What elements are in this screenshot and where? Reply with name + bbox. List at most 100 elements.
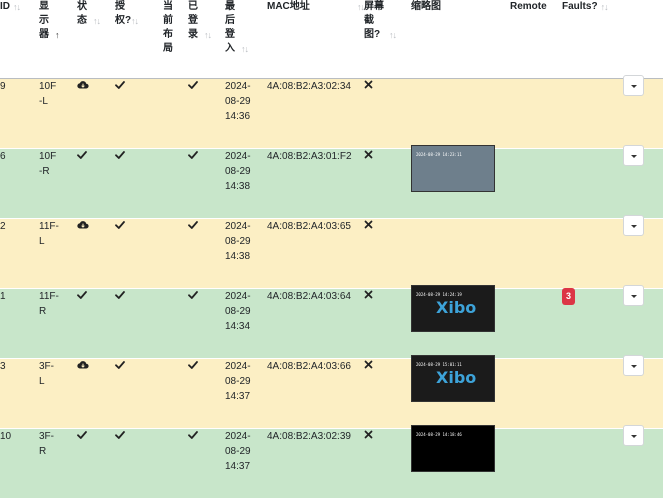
cell-mac-address: 4A:08:B2:A4:03:66 — [267, 360, 351, 372]
check-icon — [188, 430, 199, 441]
col-header-remote-label: Remote — [510, 1, 547, 12]
table-row[interactable]: 6 10F-R 2024-08-29 14:38 4A:08:B2:A3:01:F2 2… — [0, 144, 663, 218]
col-header-display[interactable]: 显示器 ↑ — [39, 0, 77, 79]
close-icon — [364, 220, 375, 231]
display-thumbnail[interactable]: 2024-08-29 14:23:11 — [411, 144, 495, 192]
cell-last-accessed: 2024-08-29 14:37 — [225, 430, 251, 472]
display-thumbnail[interactable]: 2024-08-29 14:18:46 — [411, 424, 495, 472]
displays-table: ID ↑↓ 显示器 ↑ 状态 ↑↓ 授权? ↑↓ 当前布局 已登录 ↑↓ 最后登入 ↑↓ M… — [0, 0, 663, 498]
check-icon — [115, 290, 126, 301]
col-header-last-accessed-label: 最后登入 — [225, 1, 235, 54]
col-header-actions — [623, 0, 663, 79]
col-header-status-label: 状态 — [77, 1, 87, 26]
cell-mac-address: 4A:08:B2:A3:01:F2 — [267, 150, 352, 162]
cloud-download-icon — [77, 80, 89, 91]
check-icon — [188, 80, 199, 91]
cell-id: 1 — [0, 290, 6, 302]
close-icon — [364, 80, 375, 91]
col-header-status[interactable]: 状态 ↑↓ — [77, 0, 115, 79]
faults-badge: 3 — [562, 287, 576, 305]
row-actions-dropdown-button[interactable] — [623, 424, 644, 446]
col-header-logged-in[interactable]: 已登录 ↑↓ — [188, 0, 225, 79]
row-actions-dropdown-button[interactable] — [623, 214, 644, 236]
table-row[interactable]: 3 3F-L 2024-08-29 14:37 4A:08:B2:A4:03:66 20… — [0, 354, 663, 428]
display-thumbnail[interactable]: 2024-08-29 15:01:11 Xibo — [411, 354, 495, 402]
check-icon — [188, 150, 199, 161]
cell-display-name[interactable]: 11F-R — [39, 289, 59, 319]
close-icon — [364, 430, 375, 441]
sort-asc-icon: ↑ — [55, 30, 59, 40]
sort-icon: ↑↓ — [357, 2, 365, 12]
sort-icon: ↑↓ — [131, 16, 139, 26]
col-header-screenshot-label: 屏幕截图? — [364, 1, 384, 40]
check-icon — [115, 150, 126, 161]
check-icon — [188, 220, 199, 231]
sort-icon: ↑↓ — [13, 2, 21, 12]
col-header-display-label: 显示器 — [39, 1, 49, 40]
table-row[interactable]: 9 10F-L 2024-08-29 14:36 4A:08:B2:A3:02:34 — [0, 74, 663, 148]
cell-display-name[interactable]: 11F-L — [39, 219, 59, 249]
col-header-current-layout-label: 当前布局 — [163, 1, 173, 54]
row-actions-dropdown-button[interactable] — [623, 354, 644, 376]
col-header-faults[interactable]: Faults? ↑↓ — [562, 0, 623, 79]
thumbnail-timestamp: 2024-08-29 14:23:11 — [416, 151, 462, 157]
col-header-thumbnail: 缩略图 — [411, 0, 510, 79]
cell-id: 2 — [0, 220, 6, 232]
cell-display-name[interactable]: 3F-R — [39, 429, 59, 459]
col-header-logged-in-label: 已登录 — [188, 1, 198, 40]
table-row[interactable]: 1 11F-R 2024-08-29 14:34 4A:08:B2:A4:03:64 2… — [0, 284, 663, 358]
col-header-mac[interactable]: MAC地址 ↑↓ — [267, 0, 365, 79]
check-icon — [77, 150, 88, 161]
cell-last-accessed: 2024-08-29 14:34 — [225, 290, 251, 332]
check-icon — [115, 80, 126, 91]
cell-id: 6 — [0, 150, 6, 162]
cell-mac-address: 4A:08:B2:A4:03:65 — [267, 220, 351, 232]
check-icon — [115, 360, 126, 371]
col-header-faults-label: Faults? — [562, 1, 598, 12]
cell-last-accessed: 2024-08-29 14:36 — [225, 80, 251, 122]
check-icon — [115, 220, 126, 231]
row-actions-dropdown-button[interactable] — [623, 284, 644, 306]
close-icon — [364, 150, 375, 161]
thumbnail-timestamp: 2024-08-29 14:18:46 — [416, 431, 462, 437]
cell-id: 9 — [0, 80, 6, 92]
cell-display-name[interactable]: 3F-L — [39, 359, 59, 389]
cell-id: 3 — [0, 360, 6, 372]
cell-display-name[interactable]: 10F-L — [39, 79, 59, 109]
table-row[interactable]: 10 3F-R 2024-08-29 14:37 4A:08:B2:A3:02:39 2… — [0, 424, 663, 498]
cloud-download-icon — [77, 360, 89, 371]
sort-icon: ↑↓ — [241, 44, 249, 54]
check-icon — [77, 430, 88, 441]
col-header-thumbnail-label: 缩略图 — [411, 1, 441, 12]
close-icon — [364, 290, 375, 301]
cell-display-name[interactable]: 10F-R — [39, 149, 59, 179]
cloud-download-icon — [77, 220, 89, 231]
col-header-id[interactable]: ID ↑↓ — [0, 0, 39, 79]
cell-id: 10 — [0, 430, 12, 442]
sort-icon: ↑↓ — [600, 2, 609, 12]
table-header-row: ID ↑↓ 显示器 ↑ 状态 ↑↓ 授权? ↑↓ 当前布局 已登录 ↑↓ 最后登入 ↑↓ M… — [0, 0, 663, 79]
cell-last-accessed: 2024-08-29 14:38 — [225, 150, 251, 192]
check-icon — [188, 290, 199, 301]
col-header-last-accessed[interactable]: 最后登入 ↑↓ — [225, 0, 267, 79]
row-actions-dropdown-button[interactable] — [623, 144, 644, 166]
xibo-logo-icon: Xibo — [436, 367, 477, 387]
col-header-authorised[interactable]: 授权? ↑↓ — [115, 0, 163, 79]
cell-last-accessed: 2024-08-29 14:37 — [225, 360, 251, 402]
check-icon — [115, 430, 126, 441]
display-thumbnail[interactable]: 2024-08-29 14:24:19 Xibo — [411, 284, 495, 332]
row-actions-dropdown-button[interactable] — [623, 74, 644, 96]
close-icon — [364, 360, 375, 371]
sort-icon: ↑↓ — [93, 16, 101, 26]
col-header-authorised-label: 授权? — [115, 1, 132, 26]
cell-last-accessed: 2024-08-29 14:38 — [225, 220, 251, 262]
table-row[interactable]: 2 11F-L 2024-08-29 14:38 4A:08:B2:A4:03:65 — [0, 214, 663, 288]
sort-icon: ↑↓ — [389, 30, 397, 40]
cell-mac-address: 4A:08:B2:A4:03:64 — [267, 290, 351, 302]
col-header-screenshot[interactable]: 屏幕截图? ↑↓ — [364, 0, 411, 79]
xibo-logo-icon: Xibo — [436, 297, 477, 317]
col-header-current-layout: 当前布局 — [163, 0, 188, 79]
cell-mac-address: 4A:08:B2:A3:02:39 — [267, 430, 351, 442]
col-header-remote: Remote — [510, 0, 562, 79]
check-icon — [188, 360, 199, 371]
